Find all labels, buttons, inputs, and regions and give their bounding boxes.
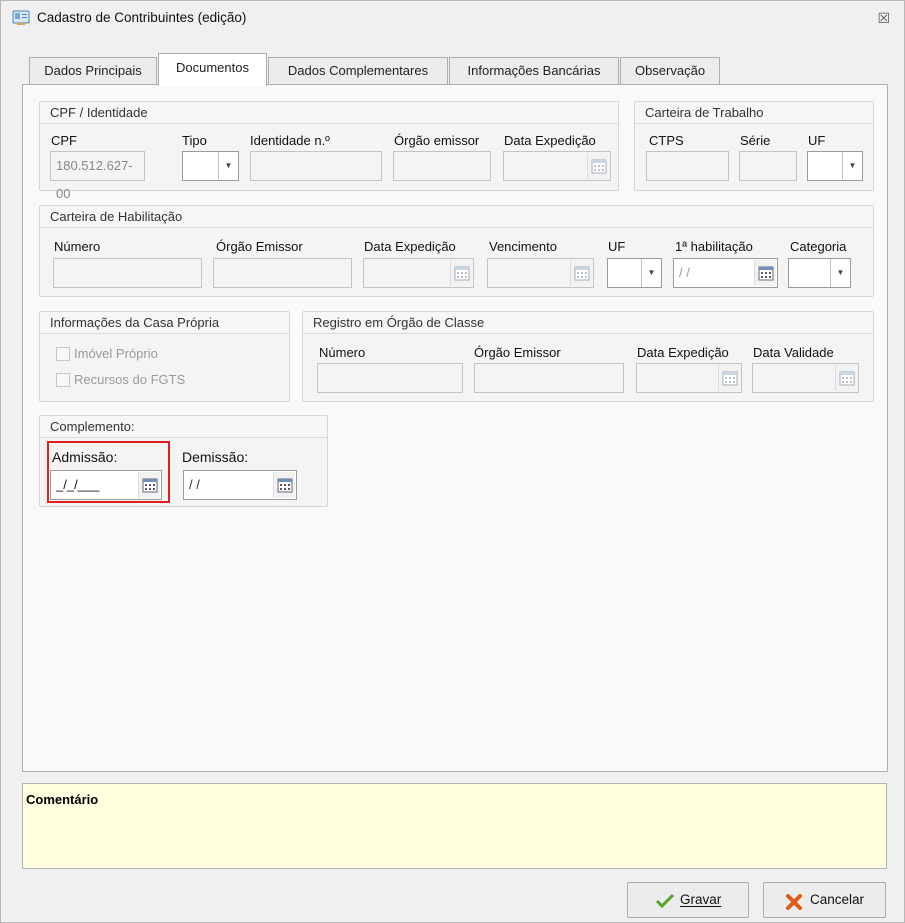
cpf-field[interactable]: 180.512.627-00 (50, 151, 145, 201)
demissao-label: Demissão: (182, 449, 249, 465)
data-expedicao-field[interactable] (503, 151, 611, 181)
fgts-label: Recursos do FGTS (74, 372, 186, 387)
data-expedicao-label: Data Expedição (504, 133, 596, 148)
gravar-label: Gravar (680, 892, 722, 907)
cpf-label: CPF (51, 133, 77, 148)
orgao-emissor-field[interactable] (393, 151, 491, 181)
imovel-proprio-label: Imóvel Próprio (74, 346, 158, 361)
cpf-group: CPF / Identidade CPF 180.512.627-00 Tipo… (39, 101, 619, 201)
tab-dados-principais[interactable]: Dados Principais (29, 57, 157, 85)
complemento-group: Complemento: Admissão: _/_/___ Demissão:… (39, 415, 328, 507)
calendar-icon[interactable] (570, 260, 592, 286)
tab-dados-complementares[interactable]: Dados Complementares (268, 57, 448, 85)
cnh-numero-field[interactable] (53, 258, 202, 288)
casa-propria-title: Informações da Casa Própria (40, 312, 289, 334)
checkmark-icon (655, 893, 675, 911)
imovel-proprio-checkbox[interactable] (56, 347, 70, 361)
serie-field[interactable] (739, 151, 797, 181)
admissao-field[interactable]: _/_/___ (50, 470, 162, 500)
tab-observacao[interactable]: Observação (620, 57, 720, 85)
cancel-x-icon (786, 894, 802, 913)
app-icon (12, 10, 30, 26)
casa-propria-group: Informações da Casa Própria Imóvel Própr… (39, 311, 290, 402)
title-bar: Cadastro de Contribuintes (edição) ☒ (1, 1, 904, 35)
orgao-classe-group: Registro em Órgão de Classe Número Órgão… (302, 311, 874, 402)
cnh-group-title: Carteira de Habilitação (40, 206, 873, 228)
cnh-orgao-label: Órgão Emissor (216, 239, 303, 254)
ctps-group: Carteira de Trabalho CTPS Série UF ▼ (634, 101, 874, 191)
gravar-button[interactable]: Gravar (627, 882, 749, 918)
tipo-select[interactable]: ▼ (182, 151, 239, 181)
ctps-group-title: Carteira de Trabalho (635, 102, 873, 124)
calendar-icon[interactable] (718, 365, 740, 391)
orgao-emissor-label: Órgão emissor (394, 133, 480, 148)
identidade-label: Identidade n.º (250, 133, 330, 148)
primeira-habilitacao-value: / / (679, 265, 690, 280)
admissao-value: _/_/___ (56, 477, 100, 492)
categoria-select[interactable]: ▼ (788, 258, 851, 288)
chevron-down-icon[interactable]: ▼ (641, 259, 661, 287)
tab-informacoes-bancarias[interactable]: Informações Bancárias (449, 57, 619, 85)
close-icon[interactable]: ☒ (877, 10, 890, 27)
identidade-field[interactable] (250, 151, 382, 181)
orgao-classe-title: Registro em Órgão de Classe (303, 312, 873, 334)
calendar-icon[interactable] (450, 260, 472, 286)
classe-orgao-field[interactable] (474, 363, 624, 393)
demissao-value: / / (189, 477, 200, 492)
primeira-habilitacao-label: 1ª habilitação (675, 239, 753, 254)
documentos-panel: CPF / Identidade CPF 180.512.627-00 Tipo… (22, 84, 888, 772)
calendar-icon[interactable] (587, 153, 609, 179)
tab-documentos[interactable]: Documentos (158, 53, 267, 86)
data-validade-field[interactable] (752, 363, 859, 393)
cnh-group: Carteira de Habilitação Número Órgão Emi… (39, 205, 874, 297)
cnh-data-expedicao-field[interactable] (363, 258, 474, 288)
chevron-down-icon[interactable]: ▼ (830, 259, 850, 287)
admissao-label: Admissão: (52, 449, 118, 465)
data-validade-label: Data Validade (753, 345, 834, 360)
cnh-numero-label: Número (54, 239, 101, 254)
classe-data-expedicao-field[interactable] (636, 363, 742, 393)
demissao-field[interactable]: / / (183, 470, 297, 500)
cancelar-button[interactable]: Cancelar (763, 882, 886, 918)
cancelar-label: Cancelar (810, 892, 865, 907)
ctps-uf-label: UF (808, 133, 826, 148)
cnh-orgao-field[interactable] (213, 258, 352, 288)
ctps-label: CTPS (649, 133, 684, 148)
cpf-group-title: CPF / Identidade (40, 102, 618, 124)
classe-data-expedicao-label: Data Expedição (637, 345, 729, 360)
chevron-down-icon[interactable]: ▼ (842, 152, 862, 180)
calendar-icon[interactable] (138, 472, 160, 498)
cnh-uf-label: UF (608, 239, 626, 254)
comment-title: Comentário (26, 792, 99, 807)
calendar-icon[interactable] (754, 260, 776, 286)
calendar-icon[interactable] (835, 365, 857, 391)
tipo-label: Tipo (182, 133, 207, 148)
fgts-checkbox[interactable] (56, 373, 70, 387)
chevron-down-icon[interactable]: ▼ (218, 152, 238, 180)
serie-label: Série (740, 133, 771, 148)
cnh-uf-select[interactable]: ▼ (607, 258, 662, 288)
contribuintes-window: Cadastro de Contribuintes (edição) ☒ Dad… (0, 0, 905, 923)
classe-numero-field[interactable] (317, 363, 463, 393)
cnh-data-expedicao-label: Data Expedição (364, 239, 456, 254)
window-title: Cadastro de Contribuintes (edição) (37, 10, 247, 25)
ctps-uf-select[interactable]: ▼ (807, 151, 863, 181)
ctps-field[interactable] (646, 151, 729, 181)
classe-orgao-label: Órgão Emissor (474, 345, 561, 360)
classe-numero-label: Número (319, 345, 366, 360)
vencimento-field[interactable] (487, 258, 594, 288)
complemento-title: Complemento: (40, 416, 327, 438)
vencimento-label: Vencimento (489, 239, 557, 254)
primeira-habilitacao-field[interactable]: / / (673, 258, 778, 288)
categoria-label: Categoria (790, 239, 847, 254)
comment-area[interactable]: Comentário (22, 783, 887, 869)
calendar-icon[interactable] (273, 472, 295, 498)
